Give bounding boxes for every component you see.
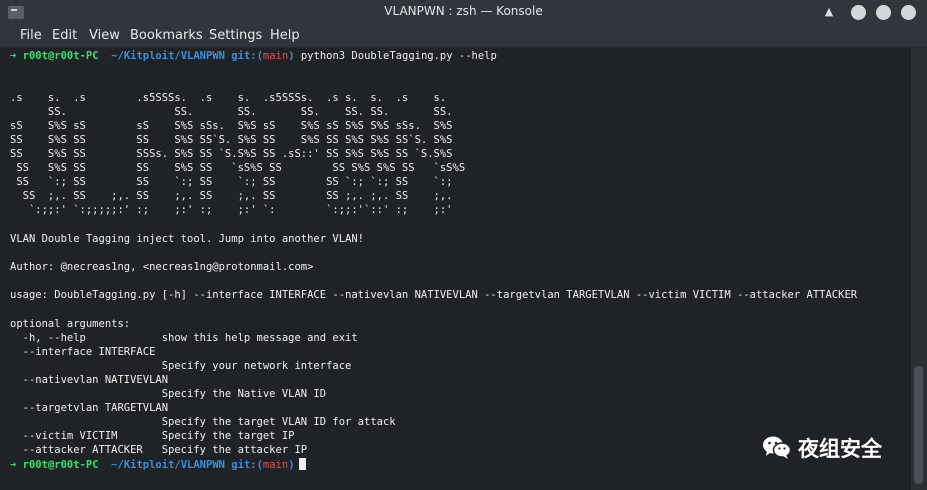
prompt-line: ➜ r00t@r00t-PC ~/Kitploit/VLANPWN git:(m… [10, 49, 497, 63]
optional-header: optional arguments: [10, 318, 131, 330]
banner-line: SS S%S SS SSSs. S%S SS `S.S%S SS .sS::' … [10, 148, 453, 160]
prompt-branch: main [262, 50, 289, 62]
banner-line: SS ;,. SS ;,. SS ;,. SS ;,. SS SS ;,. ;,… [10, 190, 453, 202]
arg-line: --targetvlan TARGETVLAN [10, 402, 169, 414]
banner-line: SS `:; SS SS `:; SS `:; SS SS `:; `:; SS… [10, 176, 453, 188]
banner-line: SS. SS. SS. SS. SS. SS. SS. [10, 106, 453, 118]
watermark: 夜组安全 [762, 432, 882, 464]
author-line: Author: @necreas1ng, <necreas1ng@protonm… [10, 261, 314, 273]
arg-line: --attacker ATTACKER Specify the attacker… [10, 444, 308, 456]
text-cursor [298, 458, 306, 470]
prompt-user-host: r00t@r00t-PC [22, 50, 99, 62]
menu-bookmarks[interactable]: Bookmarks [130, 28, 203, 43]
arg-line: --interface INTERFACE [10, 346, 156, 358]
wechat-icon [762, 435, 792, 461]
scrollbar-thumb[interactable] [914, 366, 923, 484]
banner-line: SS S%S SS SS S%S SS `sS%S SS SS S%S S%S … [10, 162, 466, 174]
terminal-output[interactable]: ➜ r00t@r00t-PC ~/Kitploit/VLANPWN git:(m… [0, 48, 911, 490]
menu-view[interactable]: View [89, 28, 120, 43]
prompt-arrow: ➜ [10, 459, 17, 471]
banner-line: .s s. .s .s5SSSs. .s s. .s5SSSs. .s s. s… [10, 92, 447, 104]
command-text: python3 DoubleTagging.py --help [300, 50, 497, 62]
minimize-button[interactable] [851, 5, 866, 20]
arg-line: --victim VICTIM Specify the target IP [10, 430, 295, 442]
prompt-git-label: git:( [231, 50, 263, 62]
arg-line: Specify your network interface [10, 360, 352, 372]
prompt-arrow: ➜ [10, 50, 17, 62]
chevron-up-icon[interactable]: ▲ [821, 4, 837, 20]
close-button[interactable] [901, 5, 916, 20]
menu-edit[interactable]: Edit [52, 28, 77, 43]
prompt-git-close: ) [288, 50, 295, 62]
arg-line: Specify the target VLAN ID for attack [10, 416, 396, 428]
prompt-path: ~/Kitploit/VLANPWN [111, 50, 225, 62]
menu-help[interactable]: Help [270, 28, 300, 43]
konsole-window: VLANPWN : zsh — Konsole ▲ File Edit View… [0, 0, 927, 490]
arg-line: --nativevlan NATIVEVLAN [10, 374, 169, 386]
banner-line: SS S%S SS SS S%S SS`S. S%S SS S%S SS S%S… [10, 134, 453, 146]
banner-line: sS S%S sS sS S%S sSs. S%S sS S%S sS S%S … [10, 120, 453, 132]
prompt-git-label: git:( [231, 459, 263, 471]
menu-bar: File Edit View Bookmarks Settings Help [0, 25, 927, 48]
usage-line: usage: DoubleTagging.py [-h] --interface… [10, 289, 858, 301]
description-line: VLAN Double Tagging inject tool. Jump in… [10, 233, 365, 245]
arg-line: -h, --help show this help message and ex… [10, 332, 358, 344]
menu-settings[interactable]: Settings [209, 28, 262, 43]
prompt-line: ➜ r00t@r00t-PC ~/Kitploit/VLANPWN git:(m… [10, 458, 306, 472]
prompt-git-close: ) [288, 459, 295, 471]
arg-line: Specify the Native VLAN ID [10, 388, 327, 400]
scrollbar[interactable] [911, 48, 927, 490]
banner-line: `:;;:' `:;;;;;:' :; ;:' :; ;:' `: `:;;:'… [10, 204, 453, 216]
maximize-button[interactable] [876, 5, 891, 20]
prompt-branch: main [262, 459, 289, 471]
window-title: VLANPWN : zsh — Konsole [384, 4, 543, 18]
prompt-path: ~/Kitploit/VLANPWN [111, 459, 225, 471]
title-bar: VLANPWN : zsh — Konsole ▲ [0, 0, 927, 25]
prompt-user-host: r00t@r00t-PC [22, 459, 99, 471]
watermark-text: 夜组安全 [798, 437, 882, 461]
menu-file[interactable]: File [20, 28, 42, 43]
